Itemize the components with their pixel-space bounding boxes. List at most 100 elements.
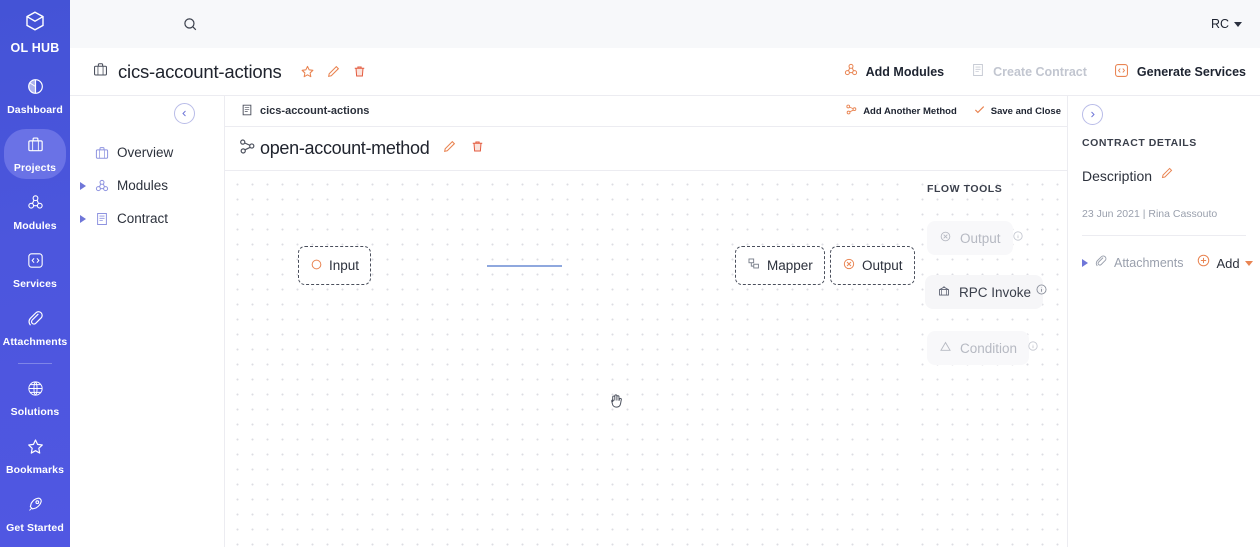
contract-document-icon xyxy=(970,62,986,81)
sidebar-item-label: Services xyxy=(12,278,57,290)
canvas-region: Input Mapper Output FLOW TOOLS Output RP… xyxy=(225,171,1067,547)
add-modules-button[interactable]: Add Modules xyxy=(843,62,944,81)
caret-down-icon xyxy=(1244,260,1253,266)
user-menu[interactable]: RC xyxy=(1211,17,1242,31)
flow-tools-panel: FLOW TOOLS Output RPC Invoke Condition xyxy=(911,171,1067,547)
sidebar-item-attachments[interactable]: Attachments xyxy=(2,303,68,353)
contract-document-icon xyxy=(93,211,111,227)
tree-expand-arrow[interactable] xyxy=(1082,259,1088,267)
rpc-invoke-icon xyxy=(937,284,951,301)
node-label: Input xyxy=(329,258,360,273)
tree-item-label: Overview xyxy=(117,145,174,160)
node-label: Output xyxy=(862,258,903,273)
modules-cubes-icon xyxy=(26,193,45,217)
node-graph-icon xyxy=(238,137,257,161)
tree-item-overview[interactable]: Overview xyxy=(70,136,224,169)
info-icon[interactable] xyxy=(1012,229,1024,247)
project-tree-panel: Overview Modules Contract xyxy=(70,96,225,547)
create-contract-button[interactable]: Create Contract xyxy=(970,62,1087,81)
add-another-method-button[interactable]: Add Another Method xyxy=(845,103,957,119)
flow-tool-label: Output xyxy=(960,230,1001,246)
chevron-down-icon xyxy=(1234,21,1242,27)
flow-tool-condition[interactable]: Condition xyxy=(927,331,1030,365)
sidebar-item-bookmarks[interactable]: Bookmarks xyxy=(4,431,66,481)
tree-item-contract[interactable]: Contract xyxy=(70,202,224,235)
brand-logo[interactable]: OL HUB xyxy=(11,9,60,55)
paperclip-icon xyxy=(26,309,45,333)
sidebar-item-projects[interactable]: Projects xyxy=(4,129,66,179)
pencil-icon[interactable] xyxy=(442,139,457,159)
project-header: cics-account-actions Add Modules Create … xyxy=(70,48,1260,96)
info-icon[interactable] xyxy=(1035,283,1048,301)
briefcase-icon xyxy=(26,135,45,159)
flow-tools-title: FLOW TOOLS xyxy=(927,183,1003,195)
tree-item-label: Modules xyxy=(117,178,169,193)
flow-tool-label: RPC Invoke xyxy=(959,284,1032,300)
save-and-close-button[interactable]: Save and Close xyxy=(973,103,1061,119)
chevron-right-icon xyxy=(1091,111,1095,118)
grab-hand-cursor xyxy=(607,392,625,410)
briefcase-icon xyxy=(92,61,109,83)
main-area: Overview Modules Contract cics-account-a… xyxy=(70,96,1260,547)
modules-cubes-icon xyxy=(93,178,111,194)
method-header: open-account-method xyxy=(225,127,1067,171)
plus-circle-icon xyxy=(1196,253,1211,273)
contract-document-icon xyxy=(240,103,254,120)
node-label: Mapper xyxy=(767,258,813,273)
action-label: Save and Close xyxy=(990,105,1061,117)
star-icon[interactable] xyxy=(300,64,315,79)
sidebar-item-get-started[interactable]: Get Started xyxy=(4,489,66,539)
chevron-left-icon xyxy=(182,110,186,117)
flow-node-output[interactable]: Output xyxy=(830,246,915,285)
app-window: OL HUB Dashboard Projects Modules Servic… xyxy=(0,0,1260,547)
tree-expand-arrow[interactable] xyxy=(78,181,87,190)
sidebar-item-label: Attachments xyxy=(2,336,68,348)
contract-details-panel: CONTRACT DETAILS Description 23 Jun 2021… xyxy=(1068,96,1260,547)
briefcase-icon xyxy=(93,145,111,161)
left-navigation-rail: OL HUB Dashboard Projects Modules Servic… xyxy=(0,0,70,547)
collapse-tree-button[interactable] xyxy=(174,103,195,124)
details-meta: 23 Jun 2021 | Rina Cassouto xyxy=(1082,208,1246,236)
generate-services-button[interactable]: Generate Services xyxy=(1113,62,1246,82)
paperclip-icon xyxy=(1094,254,1108,273)
page-title: cics-account-actions xyxy=(118,60,282,82)
pencil-icon[interactable] xyxy=(1160,166,1174,185)
flow-node-input[interactable]: Input xyxy=(298,246,372,285)
pencil-icon[interactable] xyxy=(326,64,341,79)
add-label: Add xyxy=(1216,255,1240,271)
button-label: Create Contract xyxy=(993,64,1087,79)
description-row: Description xyxy=(1082,166,1246,185)
expand-details-button[interactable] xyxy=(1082,104,1103,125)
flow-tool-rpc-invoke[interactable]: RPC Invoke xyxy=(925,275,1044,309)
circle-x-icon xyxy=(842,257,856,274)
sidebar-item-label: Get Started xyxy=(6,522,64,534)
tree-expand-arrow[interactable] xyxy=(78,214,87,223)
button-label: Generate Services xyxy=(1136,64,1246,79)
sidebar-item-solutions[interactable]: Solutions xyxy=(4,373,66,423)
button-label: Add Modules xyxy=(865,64,945,79)
rocket-icon xyxy=(26,495,45,519)
trash-icon[interactable] xyxy=(352,64,367,79)
sidebar-item-dashboard[interactable]: Dashboard xyxy=(4,71,66,121)
flow-node-mapper[interactable]: Mapper xyxy=(735,246,825,285)
attachments-label: Attachments xyxy=(1114,256,1184,270)
project-header-buttons: Add Modules Create Contract Generate Ser… xyxy=(843,62,1246,82)
add-attachment-button[interactable]: Add xyxy=(1196,253,1253,273)
sidebar-item-modules[interactable]: Modules xyxy=(4,187,66,237)
globe-grid-icon xyxy=(26,379,45,403)
flow-tool-label: Condition xyxy=(960,340,1018,356)
flow-canvas[interactable]: Input Mapper Output xyxy=(225,171,915,547)
breadcrumb-label: cics-account-actions xyxy=(260,105,370,117)
sidebar-item-label: Bookmarks xyxy=(5,464,65,476)
sidebar-item-label: Modules xyxy=(13,220,57,232)
tree-item-modules[interactable]: Modules xyxy=(70,169,224,202)
trash-icon[interactable] xyxy=(470,139,485,159)
contract-editor-pane: cics-account-actions Add Another Method xyxy=(225,96,1068,547)
search-icon[interactable] xyxy=(182,16,199,33)
flow-tool-output[interactable]: Output xyxy=(927,221,1013,255)
hexagon-cube-icon xyxy=(23,9,47,38)
sidebar-item-services[interactable]: Services xyxy=(4,245,66,295)
tree-item-label: Contract xyxy=(117,211,169,226)
info-icon[interactable] xyxy=(1027,339,1039,357)
tree-list: Overview Modules Contract xyxy=(70,136,224,235)
